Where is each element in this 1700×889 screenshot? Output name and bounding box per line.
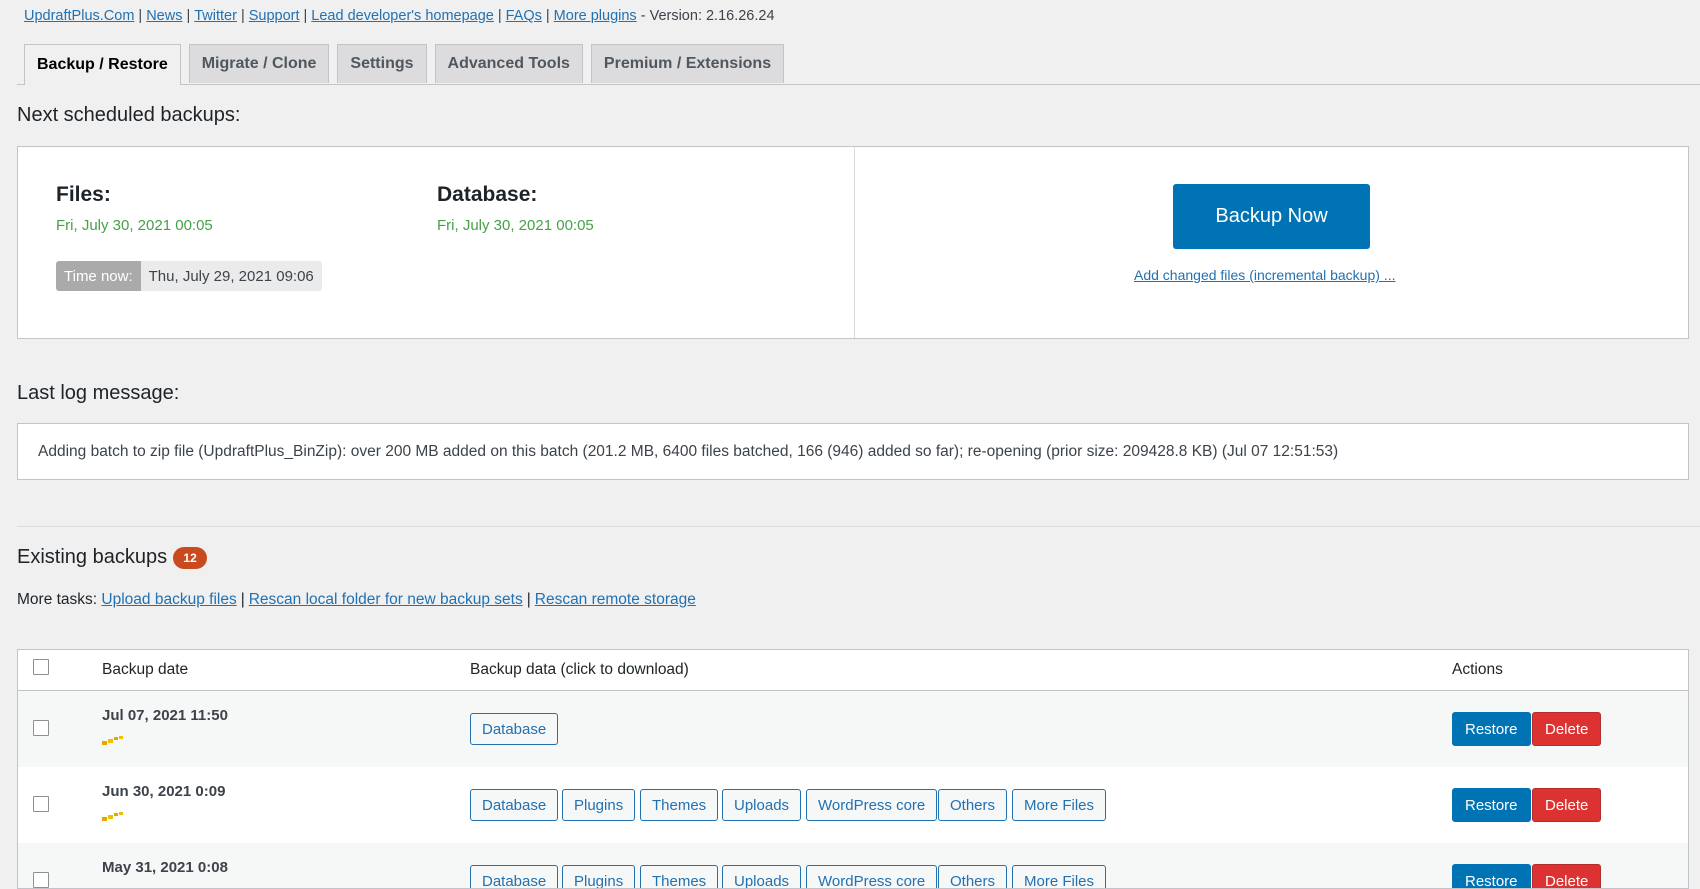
tab-premium-extensions[interactable]: Premium / Extensions (590, 44, 785, 83)
upload-backup-files-link[interactable]: Upload backup files (101, 591, 236, 608)
download-themes-button[interactable]: Themes (640, 865, 719, 888)
tab-advanced-tools[interactable]: Advanced Tools (434, 44, 583, 83)
backup-now-button[interactable]: Backup Now (1173, 184, 1370, 249)
download-themes-button[interactable]: Themes (640, 789, 719, 821)
incremental-backup-link[interactable]: Add changed files (incremental backup) .… (1134, 267, 1395, 283)
table-row: May 31, 2021 0:08 Database Plugins Theme… (18, 843, 1688, 888)
header-backup-date: Backup date (102, 661, 189, 678)
header-backup-data: Backup data (click to download) (470, 661, 689, 678)
rescan-remote-storage-link[interactable]: Rescan remote storage (535, 591, 696, 608)
time-now-value: Thu, July 29, 2021 09:06 (140, 261, 322, 291)
database-next-date: Fri, July 30, 2021 00:05 (437, 217, 594, 234)
table-row: Jul 07, 2021 11:50 Database Restore Dele… (18, 691, 1688, 767)
restore-button[interactable]: Restore (1452, 712, 1531, 746)
tab-migrate-clone[interactable]: Migrate / Clone (188, 44, 330, 83)
panel-divider (854, 147, 855, 338)
row-backup-date: Jul 07, 2021 11:50 (102, 707, 228, 724)
existing-backups-table: Backup date Backup data (click to downlo… (17, 649, 1689, 889)
download-others-button[interactable]: Others (938, 865, 1008, 888)
next-scheduled-heading: Next scheduled backups: (17, 104, 241, 126)
download-more-files-button[interactable]: More Files (1012, 865, 1107, 888)
select-all-checkbox[interactable] (33, 659, 49, 675)
nav-tabs: Backup / Restore Migrate / Clone Setting… (24, 44, 792, 85)
scheduled-backups-panel: Files: Fri, July 30, 2021 00:05 Database… (17, 146, 1689, 339)
time-now-label: Time now: (56, 261, 141, 291)
link-support[interactable]: Support (249, 8, 300, 24)
more-tasks-label: More tasks: (17, 591, 98, 608)
files-label: Files: (56, 183, 111, 206)
row-checkbox[interactable] (33, 796, 49, 812)
incremental-backup-icon (102, 736, 123, 745)
existing-backups-heading: Existing backups 12 (17, 546, 208, 569)
link-more-plugins[interactable]: More plugins (554, 8, 637, 24)
tab-settings[interactable]: Settings (337, 44, 427, 83)
backup-count-badge: 12 (173, 546, 208, 569)
link-faqs[interactable]: FAQs (506, 8, 542, 24)
restore-button[interactable]: Restore (1452, 788, 1531, 822)
download-database-button[interactable]: Database (470, 789, 559, 821)
section-divider (17, 526, 1700, 527)
download-database-button[interactable]: Database (470, 865, 559, 888)
row-backup-date: Jun 30, 2021 0:09 (102, 783, 226, 800)
download-wordpress-core-button[interactable]: WordPress core (806, 789, 938, 821)
row-backup-date: May 31, 2021 0:08 (102, 859, 228, 876)
download-uploads-button[interactable]: Uploads (722, 789, 802, 821)
delete-button[interactable]: Delete (1532, 712, 1602, 746)
plugin-links-bar: UpdraftPlus.Com | News | Twitter | Support | Lea… (24, 8, 775, 24)
last-log-heading: Last log message: (17, 382, 180, 404)
download-plugins-button[interactable]: Plugins (562, 789, 636, 821)
tab-backup-restore[interactable]: Backup / Restore (24, 44, 181, 85)
download-wordpress-core-button[interactable]: WordPress core (806, 865, 938, 888)
time-now-display: Time now: Thu, July 29, 2021 09:06 (56, 261, 322, 291)
incremental-backup-icon (102, 812, 123, 821)
download-others-button[interactable]: Others (938, 789, 1008, 821)
database-label: Database: (437, 183, 538, 206)
row-checkbox[interactable] (33, 720, 49, 736)
more-tasks-bar: More tasks: Upload backup files | Rescan l… (17, 591, 696, 608)
download-uploads-button[interactable]: Uploads (722, 865, 802, 888)
link-lead-developer[interactable]: Lead developer's homepage (311, 8, 494, 24)
table-row: Jun 30, 2021 0:09 Database Plugins Theme… (18, 767, 1688, 843)
download-database-button[interactable]: Database (470, 713, 559, 745)
link-updraftplus-com[interactable]: UpdraftPlus.Com (24, 8, 134, 24)
link-news[interactable]: News (146, 8, 182, 24)
table-header: Backup date Backup data (click to downlo… (18, 650, 1688, 691)
version-text: - Version: 2.16.26.24 (640, 8, 775, 24)
header-actions: Actions (1452, 661, 1503, 678)
last-log-message: Adding batch to zip file (UpdraftPlus_Bi… (17, 423, 1689, 480)
row-checkbox[interactable] (33, 872, 49, 888)
download-more-files-button[interactable]: More Files (1012, 789, 1107, 821)
delete-button[interactable]: Delete (1532, 788, 1602, 822)
download-plugins-button[interactable]: Plugins (562, 865, 636, 888)
existing-backups-title: Existing backups (17, 546, 168, 568)
files-next-date: Fri, July 30, 2021 00:05 (56, 217, 213, 234)
link-twitter[interactable]: Twitter (194, 8, 237, 24)
rescan-local-folder-link[interactable]: Rescan local folder for new backup sets (249, 591, 523, 608)
